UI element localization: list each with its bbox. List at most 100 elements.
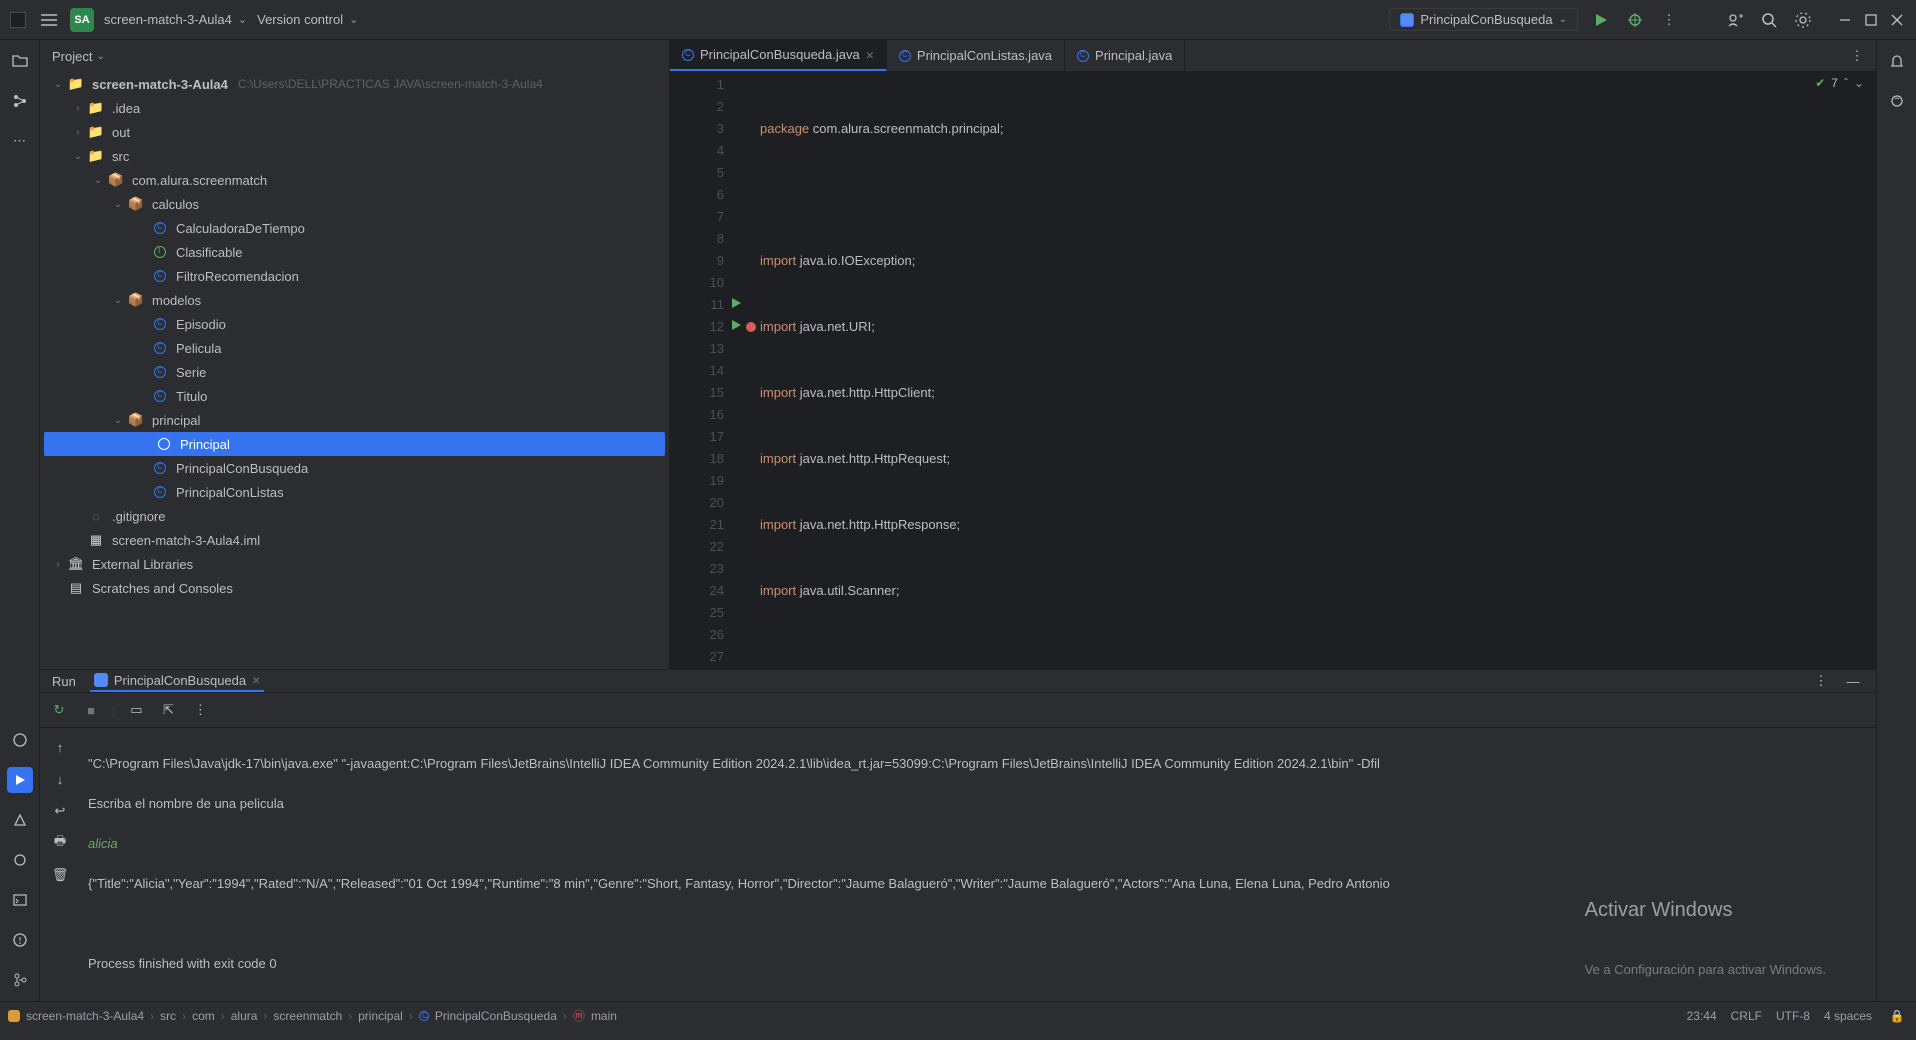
nav-up-icon[interactable]: ˆ bbox=[1844, 76, 1848, 90]
tree-item-scratches[interactable]: ▤Scratches and Consoles bbox=[40, 576, 669, 600]
editor-tab[interactable]: Principal.java bbox=[1065, 40, 1185, 71]
print-icon[interactable]: 🖶 bbox=[49, 832, 71, 854]
vcs-tool-button[interactable] bbox=[7, 967, 33, 993]
tree-item-calculos[interactable]: ⌄📦calculos bbox=[40, 192, 669, 216]
code-content[interactable]: package com.alura.screenmatch.principal;… bbox=[736, 72, 1876, 669]
project-tree[interactable]: ⌄📁screen-match-3-Aula4C:\Users\DELL\PRAC… bbox=[40, 72, 669, 669]
maximize-button[interactable] bbox=[1860, 9, 1882, 31]
tree-item[interactable]: PrincipalConBusqueda bbox=[40, 456, 669, 480]
debug-tool-button[interactable] bbox=[7, 847, 33, 873]
editor-tab[interactable]: PrincipalConListas.java bbox=[887, 40, 1065, 71]
problems-indicator[interactable]: ✔7ˆ⌄ bbox=[1815, 76, 1864, 90]
file-encoding[interactable]: UTF-8 bbox=[1776, 1009, 1810, 1023]
tree-item[interactable]: FiltroRecomendacion bbox=[40, 264, 669, 288]
clear-icon[interactable]: 🗑 bbox=[49, 864, 71, 886]
run-tab-active[interactable]: PrincipalConBusqueda× bbox=[90, 670, 264, 692]
more-tool-button[interactable]: ⋯ bbox=[7, 128, 33, 154]
tree-item-idea[interactable]: ›📁.idea bbox=[40, 96, 669, 120]
tree-item[interactable]: CalculadoraDeTiempo bbox=[40, 216, 669, 240]
indent-info[interactable]: 4 spaces bbox=[1824, 1009, 1872, 1023]
code-with-me-icon[interactable] bbox=[1724, 9, 1746, 31]
tree-item-iml[interactable]: ▦screen-match-3-Aula4.iml bbox=[40, 528, 669, 552]
project-tool-button[interactable] bbox=[7, 48, 33, 74]
tree-label: Serie bbox=[176, 365, 206, 380]
run-tool-button[interactable] bbox=[7, 767, 33, 793]
breadcrumb-item[interactable]: principal bbox=[358, 1009, 403, 1023]
tree-item-pkg[interactable]: ⌄📦com.alura.screenmatch bbox=[40, 168, 669, 192]
method-icon: ⓜ bbox=[573, 1007, 585, 1024]
tree-label: principal bbox=[152, 413, 200, 428]
cursor-position[interactable]: 23:44 bbox=[1687, 1009, 1717, 1023]
run-more-icon[interactable]: ⋮ bbox=[1810, 670, 1832, 692]
rerun-button[interactable]: ↻ bbox=[48, 699, 70, 721]
close-tab-icon[interactable]: × bbox=[252, 672, 260, 688]
tree-item-selected[interactable]: Principal bbox=[44, 432, 665, 456]
editor-more-icon[interactable]: ⋮ bbox=[1846, 45, 1868, 67]
breadcrumb-item[interactable]: src bbox=[160, 1009, 176, 1023]
console-line: "C:\Program Files\Java\jdk-17\bin\java.e… bbox=[88, 754, 1868, 774]
layout-button[interactable]: ▭ bbox=[125, 699, 147, 721]
ai-tool-button[interactable] bbox=[1884, 88, 1910, 114]
close-button[interactable] bbox=[1886, 9, 1908, 31]
breadcrumb-item[interactable]: PrincipalConBusqueda bbox=[435, 1009, 557, 1023]
scroll-down-icon[interactable]: ↓ bbox=[49, 768, 71, 790]
run-config-selector[interactable]: PrincipalConBusqueda ⌄ bbox=[1389, 8, 1578, 31]
notifications-tool-button[interactable] bbox=[1884, 48, 1910, 74]
breadcrumb-item[interactable]: screen-match-3-Aula4 bbox=[26, 1009, 144, 1023]
minimize-button[interactable] bbox=[1834, 9, 1856, 31]
tree-item-extlib[interactable]: ›🏛External Libraries bbox=[40, 552, 669, 576]
close-tab-icon[interactable]: × bbox=[866, 47, 874, 63]
tree-item[interactable]: Pelicula bbox=[40, 336, 669, 360]
breadcrumb[interactable]: screen-match-3-Aula4› src› com› alura› s… bbox=[8, 1007, 617, 1024]
structure-tool-button[interactable] bbox=[7, 88, 33, 114]
tree-item[interactable]: PrincipalConListas bbox=[40, 480, 669, 504]
run-gutter-icon[interactable] bbox=[730, 319, 742, 331]
run-more-button[interactable]: ⋮ bbox=[189, 699, 211, 721]
export-button[interactable]: ⇱ bbox=[157, 699, 179, 721]
tree-label: Episodio bbox=[176, 317, 226, 332]
hide-panel-icon[interactable]: — bbox=[1842, 670, 1864, 692]
readonly-lock-icon[interactable]: 🔒 bbox=[1886, 1005, 1908, 1027]
breadcrumb-item[interactable]: main bbox=[591, 1009, 617, 1023]
breadcrumb-item[interactable]: screenmatch bbox=[273, 1009, 342, 1023]
main-menu-icon[interactable] bbox=[38, 9, 60, 31]
project-selector[interactable]: screen-match-3-Aula4 bbox=[104, 12, 247, 27]
breadcrumb-item[interactable]: com bbox=[192, 1009, 215, 1023]
tree-item-modelos[interactable]: ⌄📦modelos bbox=[40, 288, 669, 312]
settings-icon[interactable] bbox=[1792, 9, 1814, 31]
scroll-up-icon[interactable]: ↑ bbox=[49, 736, 71, 758]
tree-item-principal[interactable]: ⌄📦principal bbox=[40, 408, 669, 432]
breakpoint-icon[interactable] bbox=[746, 322, 756, 332]
more-actions-icon[interactable]: ⋮ bbox=[1658, 9, 1680, 31]
code-editor[interactable]: ✔7ˆ⌄ 1 2 3 4 5 6 7 8 9 10 11 12 13 14 15… bbox=[670, 72, 1876, 669]
editor-tab-active[interactable]: PrincipalConBusqueda.java× bbox=[670, 40, 887, 71]
tree-item[interactable]: Titulo bbox=[40, 384, 669, 408]
project-panel-header[interactable]: Project ⌄ bbox=[40, 40, 669, 72]
search-icon[interactable] bbox=[1758, 9, 1780, 31]
stop-button[interactable]: ■ bbox=[80, 699, 102, 721]
tree-item-out[interactable]: ›📁out bbox=[40, 120, 669, 144]
debug-button[interactable] bbox=[1624, 9, 1646, 31]
tab-label: PrincipalConListas.java bbox=[917, 48, 1052, 63]
breadcrumb-item[interactable]: alura bbox=[231, 1009, 258, 1023]
tree-item[interactable]: Episodio bbox=[40, 312, 669, 336]
run-config-name: PrincipalConBusqueda bbox=[1420, 12, 1552, 27]
tree-item[interactable]: Clasificable bbox=[40, 240, 669, 264]
line-separator[interactable]: CRLF bbox=[1731, 1009, 1762, 1023]
run-button[interactable] bbox=[1590, 9, 1612, 31]
console-output[interactable]: "C:\Program Files\Java\jdk-17\bin\java.e… bbox=[80, 728, 1876, 1040]
problems-tool-button[interactable] bbox=[7, 927, 33, 953]
tree-label: Pelicula bbox=[176, 341, 222, 356]
soft-wrap-icon[interactable]: ↩ bbox=[49, 800, 71, 822]
build-tool-button[interactable] bbox=[7, 807, 33, 833]
tree-root[interactable]: ⌄📁screen-match-3-Aula4C:\Users\DELL\PRAC… bbox=[40, 72, 669, 96]
vcs-dropdown[interactable]: Version control bbox=[257, 12, 358, 27]
tree-item-src[interactable]: ⌄📁src bbox=[40, 144, 669, 168]
tree-item[interactable]: Serie bbox=[40, 360, 669, 384]
terminal-tool-button[interactable] bbox=[7, 887, 33, 913]
tree-label: Principal bbox=[180, 437, 230, 452]
services-tool-button[interactable] bbox=[7, 727, 33, 753]
tree-item-gitignore[interactable]: ◌.gitignore bbox=[40, 504, 669, 528]
run-gutter-icon[interactable] bbox=[730, 297, 742, 309]
nav-down-icon[interactable]: ⌄ bbox=[1854, 76, 1864, 90]
